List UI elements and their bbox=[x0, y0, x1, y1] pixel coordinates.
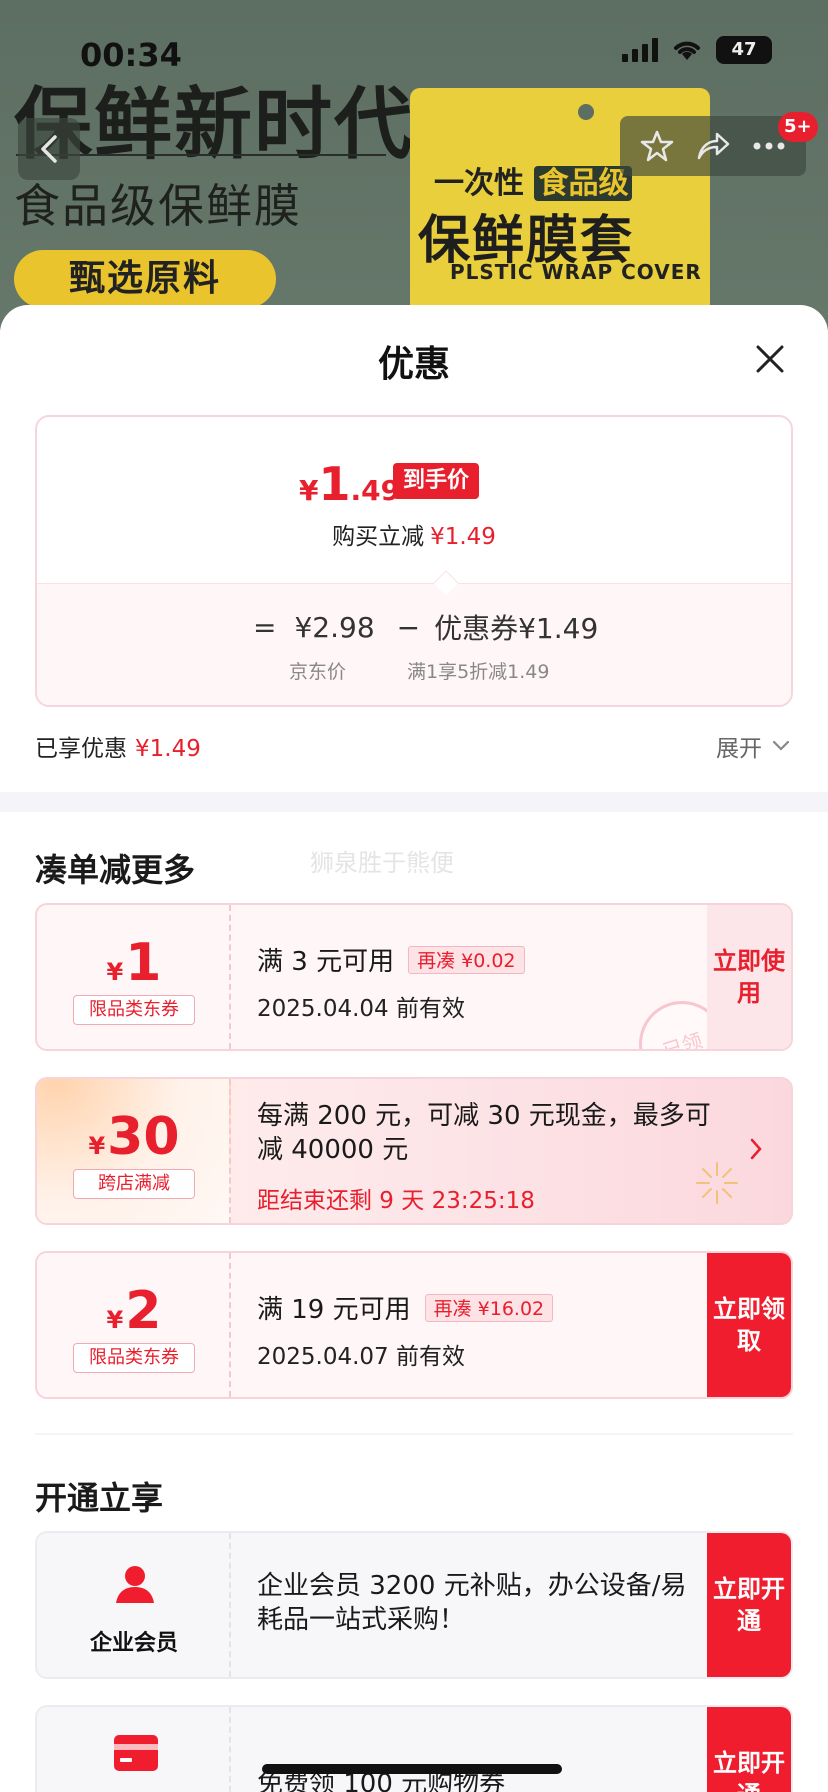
coupon-amount: 优惠券¥1.49 bbox=[434, 612, 599, 645]
notification-badge: 5+ bbox=[778, 112, 818, 142]
discount-sheet: 优惠 ¥1.49 到手价 购买立减 ¥1.49 = ¥2.98 − 优惠券¥1.4… bbox=[0, 305, 828, 1792]
price-breakdown-card: ¥1.49 到手价 购买立减 ¥1.49 = ¥2.98 − 优惠券¥1.49 京… bbox=[35, 415, 793, 707]
final-price-yen: ¥ bbox=[299, 474, 319, 507]
claim-now-button[interactable]: 立即领取 bbox=[707, 1253, 791, 1397]
wifi-icon bbox=[674, 41, 700, 60]
price-formula: = ¥2.98 − 优惠券¥1.49 bbox=[253, 607, 598, 647]
coupon-amount-number: 1 bbox=[125, 933, 162, 993]
package-line1-a: 一次性 bbox=[434, 166, 524, 201]
enjoyed-discount: 已享优惠 ¥1.49 bbox=[35, 729, 201, 763]
back-button[interactable] bbox=[18, 118, 80, 180]
coupon-yen: ¥ bbox=[88, 1132, 106, 1160]
home-indicator[interactable] bbox=[262, 1764, 562, 1774]
package-line3: PLSTIC WRAP COVER bbox=[450, 260, 702, 284]
more-icon[interactable] bbox=[752, 141, 786, 151]
coupon-yen: ¥ bbox=[106, 1306, 124, 1334]
watermark-text: 狮泉胜于熊便 bbox=[310, 849, 454, 877]
chevron-right-icon bbox=[750, 1138, 762, 1160]
share-icon[interactable] bbox=[695, 130, 731, 162]
buy-reduce-value: ¥1.49 bbox=[430, 524, 496, 550]
coupon-type: 限品类东券 bbox=[73, 1343, 195, 1373]
enjoyed-value: ¥1.49 bbox=[135, 736, 201, 762]
coupon-card: ¥2 限品类东券 满 19 元可用 再凑 ¥16.02 2025.04.07 前… bbox=[35, 1251, 793, 1399]
coupon-amount: ¥30 bbox=[37, 1107, 231, 1167]
coupon-validity: 2025.04.07 前有效 bbox=[257, 1344, 465, 1370]
section-title-more: 凑单减更多 bbox=[35, 851, 196, 889]
card-icon bbox=[114, 1735, 158, 1771]
jd-price-label: 京东价 bbox=[289, 661, 347, 683]
coupon-amount-number: 30 bbox=[107, 1107, 180, 1167]
coupon-topup-tag: 再凑 ¥16.02 bbox=[424, 1293, 554, 1322]
package-line1-b: 食品级 bbox=[534, 166, 633, 201]
open-now-button[interactable]: 立即开通 bbox=[707, 1707, 791, 1792]
membership-description: 企业会员 3200 元补贴，办公设备/易耗品一站式采购！ bbox=[257, 1571, 687, 1635]
coupon-type: 跨店满减 bbox=[73, 1169, 195, 1199]
chevron-left-icon bbox=[41, 135, 57, 163]
package-hole bbox=[578, 104, 594, 120]
buy-reduce-line: 购买立减 ¥1.49 bbox=[37, 517, 791, 551]
use-now-button[interactable]: 立即使用 bbox=[707, 905, 791, 1049]
coupon-validity: 2025.04.04 前有效 bbox=[257, 996, 465, 1022]
minus-sign: − bbox=[396, 610, 421, 644]
buy-reduce-label: 购买立减 bbox=[332, 524, 425, 550]
coupon-amount: ¥2 bbox=[37, 1281, 231, 1341]
sheet-title: 优惠 bbox=[377, 344, 450, 385]
coupon-yen: ¥ bbox=[106, 958, 124, 986]
final-price-tag: 到手价 bbox=[393, 463, 480, 499]
final-price: ¥1.49 bbox=[299, 457, 400, 511]
section-divider-thin bbox=[35, 1433, 793, 1435]
coupon-condition: 满 19 元可用 bbox=[257, 1295, 411, 1325]
banner-pill: 甄选原料 bbox=[14, 250, 276, 308]
coupon-condition: 满 3 元可用 bbox=[257, 947, 395, 977]
battery-icon: 47 bbox=[716, 36, 772, 64]
expand-label: 展开 bbox=[716, 736, 762, 762]
cross-shop-description: 每满 200 元，可减 30 元现金，最多可减 40000 元 bbox=[257, 1101, 711, 1165]
section-title-open: 开通立享 bbox=[35, 1479, 164, 1517]
coupon-topup-tag: 再凑 ¥0.02 bbox=[408, 945, 525, 974]
coupon-condition-line: 满 19 元可用 再凑 ¥16.02 bbox=[257, 1289, 554, 1326]
coupon-type: 限品类东券 bbox=[73, 995, 195, 1025]
countdown-text: 距结束还剩 9 天 23:25:18 bbox=[257, 1188, 535, 1214]
star-icon[interactable] bbox=[640, 129, 674, 163]
section-divider bbox=[0, 792, 828, 812]
coupon-condition-line: 满 3 元可用 再凑 ¥0.02 bbox=[257, 941, 525, 978]
status-icons: 47 bbox=[622, 36, 772, 64]
jd-price: ¥2.98 bbox=[294, 610, 375, 644]
expand-toggle[interactable]: 展开 bbox=[716, 729, 790, 763]
user-icon bbox=[116, 1566, 154, 1603]
chevron-down-icon bbox=[772, 740, 790, 751]
enjoyed-label: 已享优惠 bbox=[35, 736, 127, 762]
status-time: 00:34 bbox=[80, 36, 182, 74]
cellular-signal-icon bbox=[622, 38, 658, 62]
membership-card: 免费领 100 元购物券 立即开通 bbox=[35, 1705, 793, 1792]
sparkle-decoration-icon bbox=[696, 1162, 738, 1204]
membership-card: 企业会员 企业会员 3200 元补贴，办公设备/易耗品一站式采购！ 立即开通 bbox=[35, 1531, 793, 1679]
equals-sign: = bbox=[253, 610, 277, 644]
coupon-amount-number: 2 bbox=[125, 1281, 162, 1341]
package-line1: 一次性 食品级 bbox=[434, 158, 633, 202]
final-price-int: 1 bbox=[318, 457, 351, 511]
cross-shop-coupon-card[interactable]: ¥30 跨店满减 每满 200 元，可减 30 元现金，最多可减 40000 元… bbox=[35, 1077, 793, 1225]
coupon-card: ¥1 限品类东券 满 3 元可用 再凑 ¥0.02 2025.04.04 前有效… bbox=[35, 903, 793, 1051]
membership-label: 企业会员 bbox=[89, 1631, 178, 1656]
open-now-button[interactable]: 立即开通 bbox=[707, 1533, 791, 1677]
coupon-desc: 满1享5折减1.49 bbox=[407, 661, 550, 683]
coupon-amount: ¥1 bbox=[37, 933, 231, 993]
close-icon[interactable] bbox=[752, 341, 788, 377]
